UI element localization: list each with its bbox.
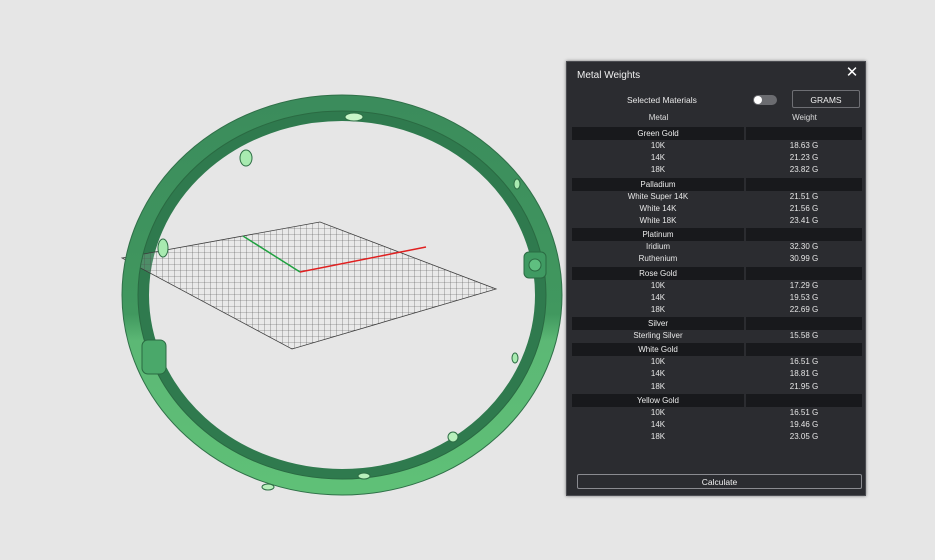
panel-title: Metal Weights — [577, 70, 641, 81]
stone-hole — [157, 238, 169, 258]
metal-weight: 21.51 G — [789, 191, 819, 201]
group-row: Platinum — [572, 228, 862, 242]
metal-weight: 23.41 G — [789, 215, 819, 225]
table-row: Iridium 32.30 G — [572, 241, 862, 253]
metal-name: 10K — [650, 357, 666, 367]
toggle-knob — [754, 96, 762, 104]
group-name: Silver — [572, 317, 744, 331]
table-row: 18K 23.05 G — [572, 431, 862, 443]
group-weight-cell — [746, 127, 862, 140]
metal-name: 10K — [650, 280, 666, 290]
metal-weight: 18.63 G — [789, 141, 819, 150]
metal-name: 10K — [650, 141, 666, 150]
metal-name: 18K — [650, 381, 666, 391]
table-row: White 18K 23.41 G — [572, 215, 862, 227]
table-row: 14K 18.81 G — [572, 368, 862, 380]
table-row: 14K 19.53 G — [572, 292, 862, 304]
stone-hole — [261, 483, 275, 491]
group-weight-cell — [746, 228, 862, 242]
group-name: Rose Gold — [572, 266, 744, 280]
metal-weights-panel: Metal Weights ✕ Selected Materials GRAMS… — [566, 61, 866, 496]
metal-name: White 14K — [639, 203, 677, 213]
table-row: 10K 16.51 G — [572, 407, 862, 419]
group-row: Yellow Gold — [572, 393, 862, 407]
metal-name: 14K — [650, 369, 666, 379]
group-row: White Gold — [572, 343, 862, 357]
group-name: Yellow Gold — [572, 393, 744, 407]
metal-name: Iridium — [645, 242, 670, 252]
group-row: Palladium — [572, 177, 862, 191]
group-weight-cell — [746, 317, 862, 331]
table-row: 14K 21.23 G — [572, 152, 862, 164]
metal-weight: 19.53 G — [789, 292, 819, 302]
metal-name: White Super 14K — [627, 191, 689, 201]
stone-hole — [513, 178, 521, 190]
stone-hole — [239, 149, 253, 167]
group-row: Silver — [572, 317, 862, 331]
group-name: Green Gold — [572, 127, 744, 140]
metal-weight: 21.56 G — [789, 203, 819, 213]
table-row: 18K 21.95 G — [572, 381, 862, 393]
metal-weight: 23.05 G — [789, 432, 819, 442]
stone-hole — [447, 431, 459, 443]
ground-grid — [120, 221, 498, 350]
table-header: Metal Weight — [572, 113, 862, 127]
group-weight-cell — [746, 266, 862, 280]
group-weight-cell — [746, 177, 862, 191]
metal-weight: 17.29 G — [789, 280, 819, 290]
table-row: 14K 19.46 G — [572, 419, 862, 431]
close-icon[interactable]: ✕ — [845, 65, 859, 80]
group-weight-cell — [746, 393, 862, 407]
table-row: Sterling Silver 15.58 G — [572, 330, 862, 342]
metal-weight: 30.99 G — [789, 254, 819, 264]
metal-name: 18K — [650, 165, 666, 175]
selected-materials-toggle[interactable] — [753, 95, 777, 105]
table-row: 10K 18.63 G — [572, 140, 862, 152]
metal-name: 14K — [650, 420, 666, 429]
table-row: White 14K 21.56 G — [572, 203, 862, 215]
metal-weight: 21.23 G — [789, 153, 819, 163]
ring-connector — [141, 339, 167, 375]
group-name: Platinum — [572, 228, 744, 242]
metal-name: 18K — [650, 432, 666, 442]
metal-weight: 16.51 G — [789, 407, 819, 417]
metal-weight: 18.81 G — [789, 369, 819, 379]
table-row: White Super 14K 21.51 G — [572, 191, 862, 203]
calculate-button[interactable]: Calculate — [577, 474, 862, 489]
table-row: 18K 23.82 G — [572, 164, 862, 176]
metal-name: Ruthenium — [638, 254, 678, 264]
metal-weight: 22.69 G — [789, 304, 819, 314]
group-weight-cell — [746, 343, 862, 357]
units-button[interactable]: GRAMS — [792, 90, 860, 108]
table-row: 10K 16.51 G — [572, 356, 862, 368]
metal-name: 14K — [650, 153, 666, 163]
metal-name: Sterling Silver — [633, 331, 683, 341]
metal-weight: 21.95 G — [789, 381, 819, 391]
table-row: 10K 17.29 G — [572, 280, 862, 292]
group-row: Green Gold — [572, 127, 862, 140]
group-name: White Gold — [572, 343, 744, 357]
metal-weight: 16.51 G — [789, 357, 819, 367]
metal-column-header: Metal — [648, 113, 669, 122]
metal-weight: 23.82 G — [789, 165, 819, 175]
group-row: Rose Gold — [572, 266, 862, 280]
metal-name: 10K — [650, 407, 666, 417]
weights-table: Green Gold 10K 18.63 G 14K 21.23 G 18K 23.82 G… — [572, 126, 862, 443]
table-row: Ruthenium 30.99 G — [572, 253, 862, 265]
weight-column-header: Weight — [792, 113, 817, 122]
selected-materials-label: Selected Materials — [627, 95, 697, 105]
metal-weight: 32.30 G — [789, 242, 819, 252]
metal-weight: 15.58 G — [789, 331, 819, 341]
table-row: 18K 22.69 G — [572, 304, 862, 316]
group-name: Palladium — [572, 177, 744, 191]
stone-hole — [344, 112, 364, 122]
metal-name: White 18K — [639, 215, 677, 225]
stone-hole — [357, 472, 371, 480]
stone-hole — [511, 352, 519, 364]
metal-weight: 19.46 G — [789, 420, 819, 429]
metal-name: 18K — [650, 304, 666, 314]
metal-name: 14K — [650, 292, 666, 302]
